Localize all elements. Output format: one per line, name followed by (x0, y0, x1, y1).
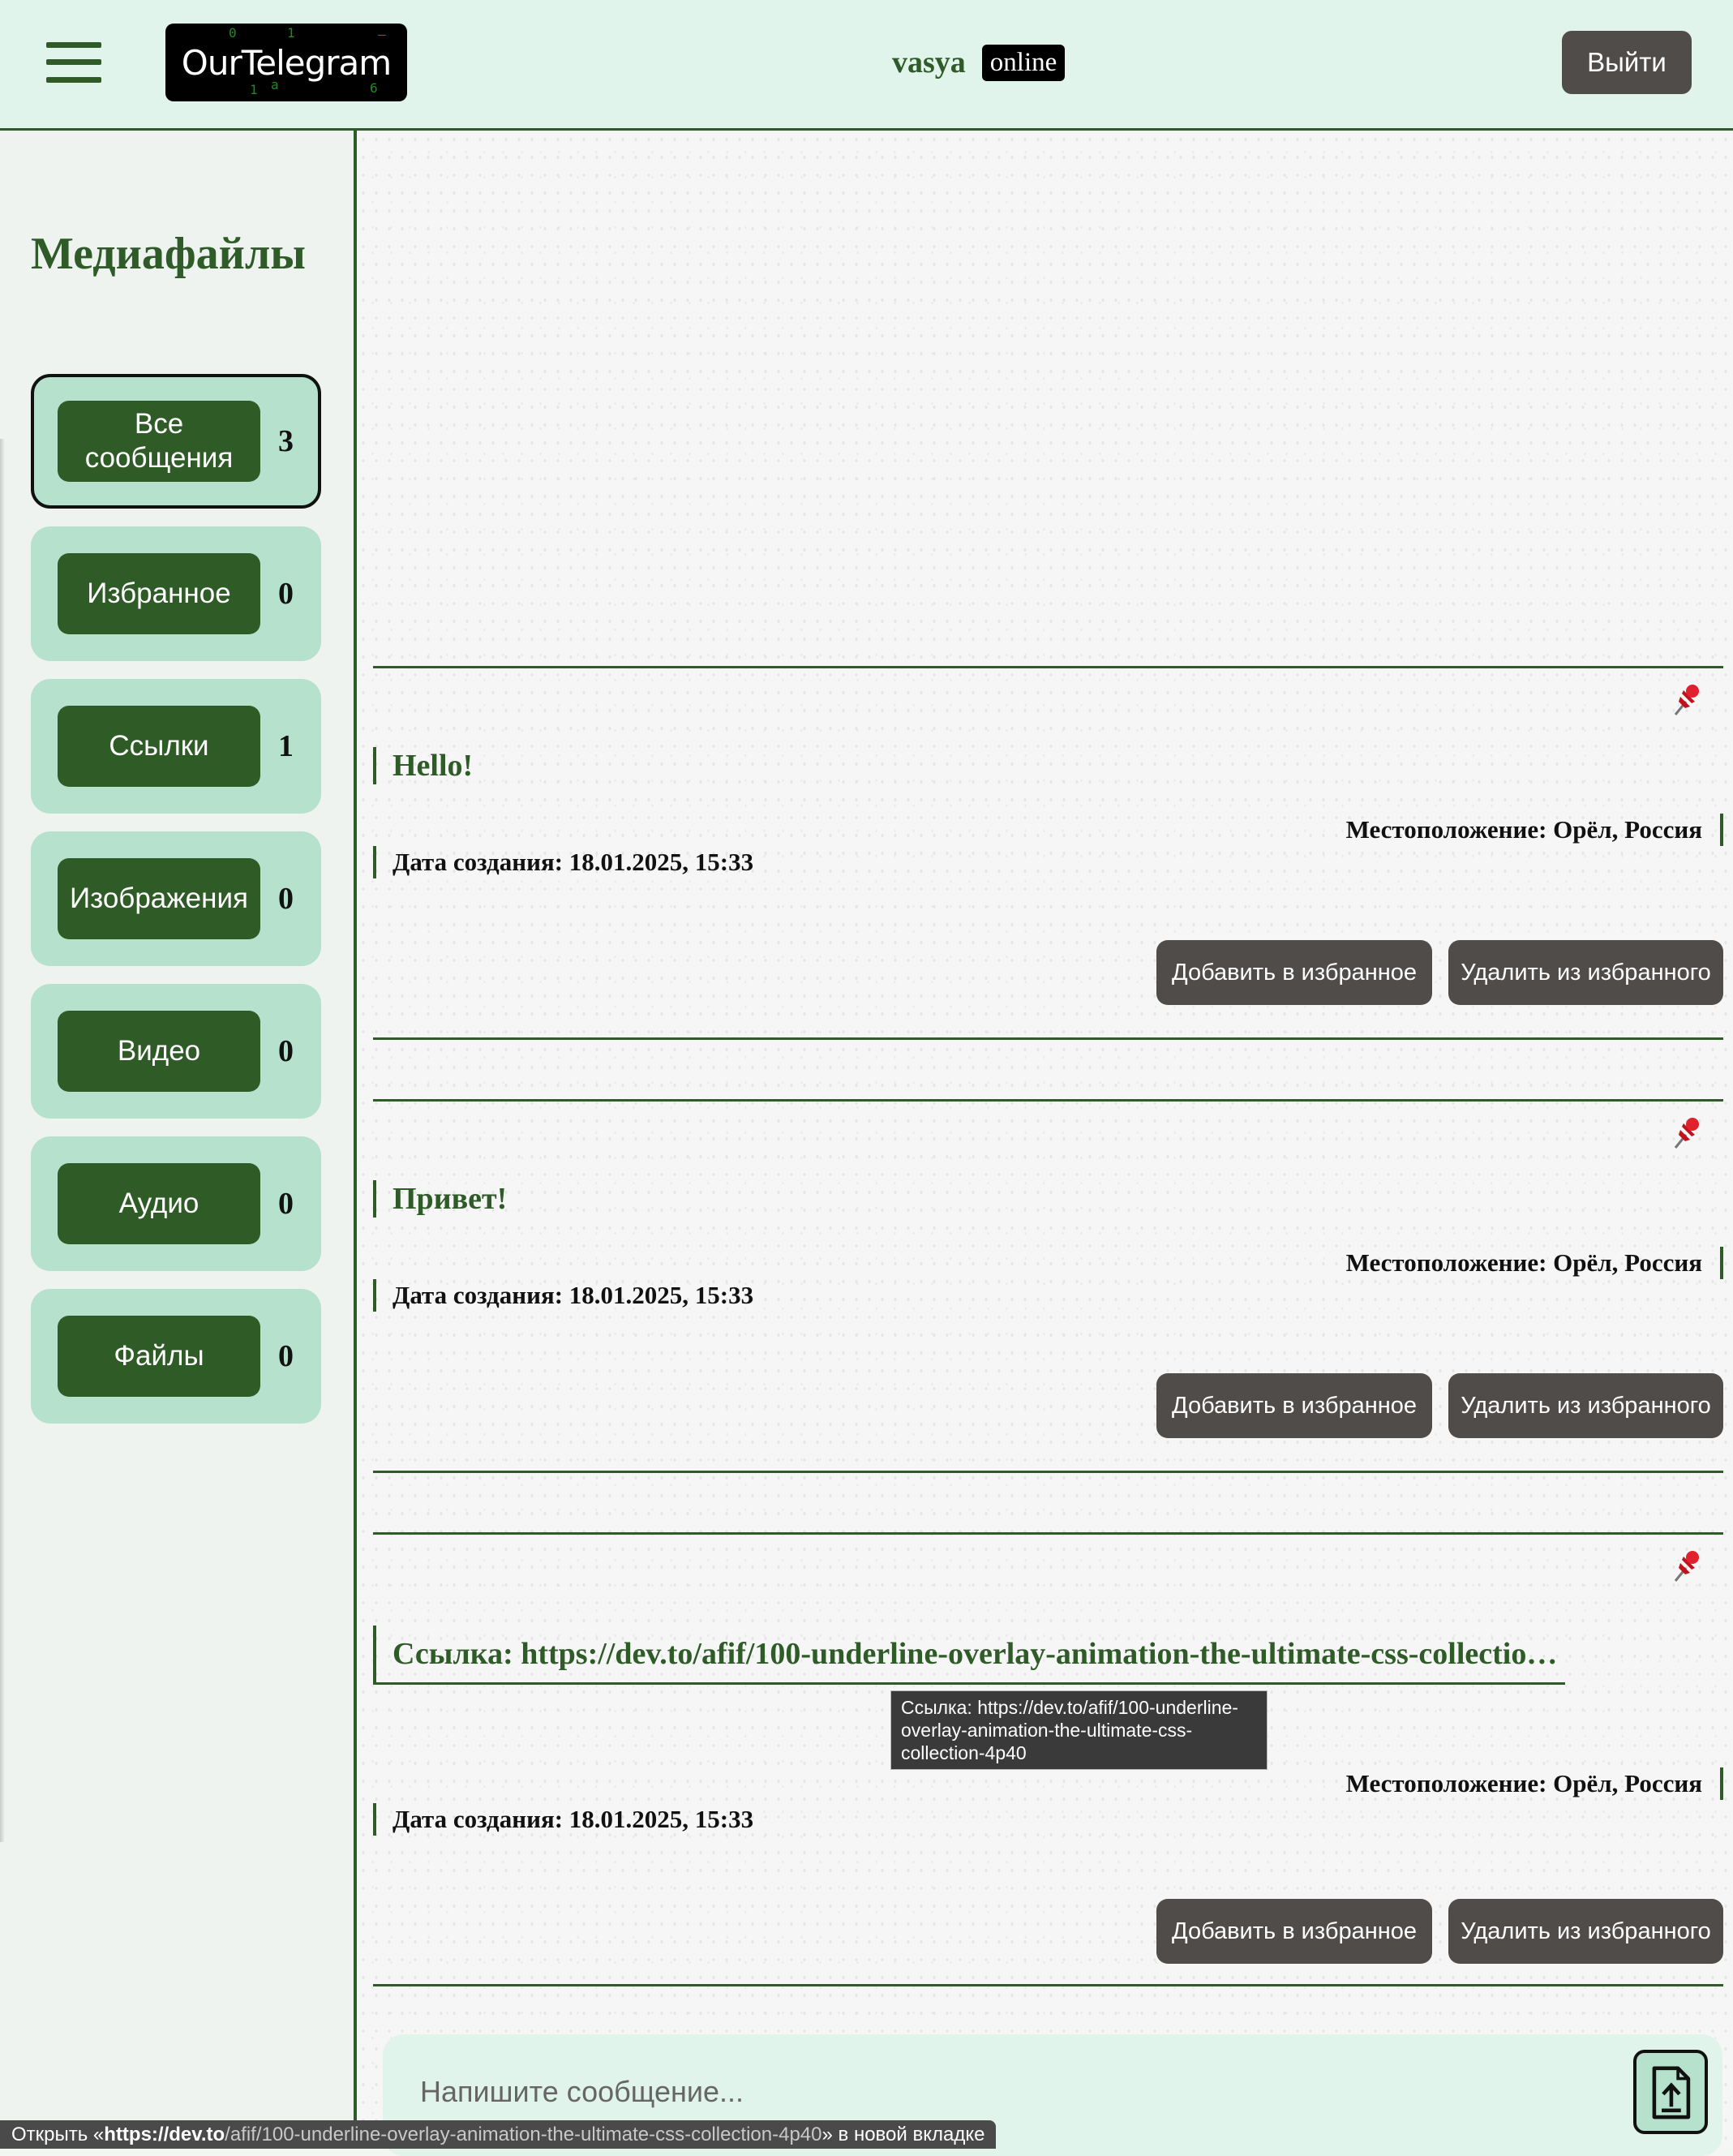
add-favorite-button[interactable]: Добавить в избранное (1156, 1373, 1432, 1438)
status-badge: online (981, 44, 1066, 81)
sidebar-item-all-messages[interactable]: Все сообщения 3 (31, 374, 321, 509)
logout-button[interactable]: Выйти (1562, 31, 1692, 94)
sidebar-item-links[interactable]: Ссылки 1 (31, 679, 321, 814)
message-date: Дата создания: 18.01.2025, 15:33 (373, 1279, 753, 1312)
filter-button-files[interactable]: Файлы (58, 1316, 260, 1397)
username: vasya (892, 45, 966, 79)
status-suffix: » в новой вкладке (821, 2124, 985, 2145)
messages-area[interactable]: Hello! Местоположение: Орёл, Россия Дата… (357, 131, 1733, 2149)
filter-button-links[interactable]: Ссылки (58, 706, 260, 787)
message-location: Местоположение: Орёл, Россия (1346, 1247, 1723, 1279)
sidebar-item-favorites[interactable]: Избранное 0 (31, 526, 321, 661)
count-favorites: 0 (278, 577, 294, 611)
message-divider (373, 666, 1723, 668)
message-item: Привет! Местоположение: Орёл, Россия Дат… (373, 1099, 1723, 1473)
filter-button-audio[interactable]: Аудио (58, 1163, 260, 1244)
menu-icon[interactable] (46, 42, 101, 83)
message-divider (373, 1099, 1723, 1102)
status-path: /afif/100-underline-overlay-animation-th… (225, 2124, 822, 2145)
sidebar-title: Медиафайлы (31, 229, 306, 279)
message-divider (373, 1532, 1723, 1535)
message-date: Дата создания: 18.01.2025, 15:33 (373, 1803, 753, 1836)
sidebar-item-video[interactable]: Видео 0 (31, 984, 321, 1119)
sidebar-item-audio[interactable]: Аудио 0 (31, 1136, 321, 1271)
count-files: 0 (278, 1339, 294, 1373)
message-text: Hello! (373, 747, 473, 784)
message-location: Местоположение: Орёл, Россия (1346, 1767, 1723, 1800)
message-divider (373, 1984, 1723, 1986)
message-text: Привет! (373, 1180, 507, 1218)
link-tooltip: Ссылка: https://dev.to/afif/100-underlin… (890, 1690, 1268, 1770)
message-link[interactable]: Ссылка: https://dev.to/afif/100-underlin… (373, 1626, 1565, 1685)
message-item: Hello! Местоположение: Орёл, Россия Дата… (373, 666, 1723, 1040)
remove-favorite-button[interactable]: Удалить из избранного (1448, 1899, 1723, 1964)
status-host: https://dev.to (104, 2124, 225, 2145)
message-divider (373, 1471, 1723, 1473)
pin-icon[interactable] (1671, 1548, 1703, 1584)
sidebar-item-files[interactable]: Файлы 0 (31, 1289, 321, 1424)
user-info: vasya online (892, 37, 1066, 88)
message-input[interactable] (418, 2067, 1557, 2117)
status-prefix: Открыть « (11, 2124, 105, 2145)
sidebar-item-images[interactable]: Изображения 0 (31, 831, 321, 966)
sidebar-shadow (0, 439, 5, 1842)
filter-button-images[interactable]: Изображения (58, 858, 260, 939)
message-date: Дата создания: 18.01.2025, 15:33 (373, 846, 753, 878)
message-divider (373, 1037, 1723, 1040)
remove-favorite-button[interactable]: Удалить из избранного (1448, 940, 1723, 1005)
count-all-messages: 3 (278, 424, 294, 458)
app-header: 0 a 1 1 6 – OurTelegram vasya online Вый… (0, 0, 1733, 131)
upload-file-icon[interactable] (1633, 2050, 1708, 2134)
logo-text: OurTelegram (181, 42, 392, 83)
app-logo[interactable]: 0 a 1 1 6 – OurTelegram (165, 24, 407, 101)
filter-button-all-messages[interactable]: Все сообщения (58, 401, 260, 482)
count-images: 0 (278, 882, 294, 916)
count-audio: 0 (278, 1187, 294, 1221)
count-video: 0 (278, 1034, 294, 1068)
remove-favorite-button[interactable]: Удалить из избранного (1448, 1373, 1723, 1438)
add-favorite-button[interactable]: Добавить в избранное (1156, 940, 1432, 1005)
browser-status-bar: Открыть «https://dev.to/afif/100-underli… (0, 2120, 997, 2149)
filter-button-favorites[interactable]: Избранное (58, 553, 260, 634)
filter-button-video[interactable]: Видео (58, 1011, 260, 1092)
pin-icon[interactable] (1671, 682, 1703, 718)
pin-icon[interactable] (1671, 1115, 1703, 1151)
add-favorite-button[interactable]: Добавить в избранное (1156, 1899, 1432, 1964)
sidebar: Медиафайлы Все сообщения 3 Избранное 0 С… (0, 131, 357, 2149)
count-links: 1 (278, 729, 294, 763)
message-location: Местоположение: Орёл, Россия (1346, 814, 1723, 846)
